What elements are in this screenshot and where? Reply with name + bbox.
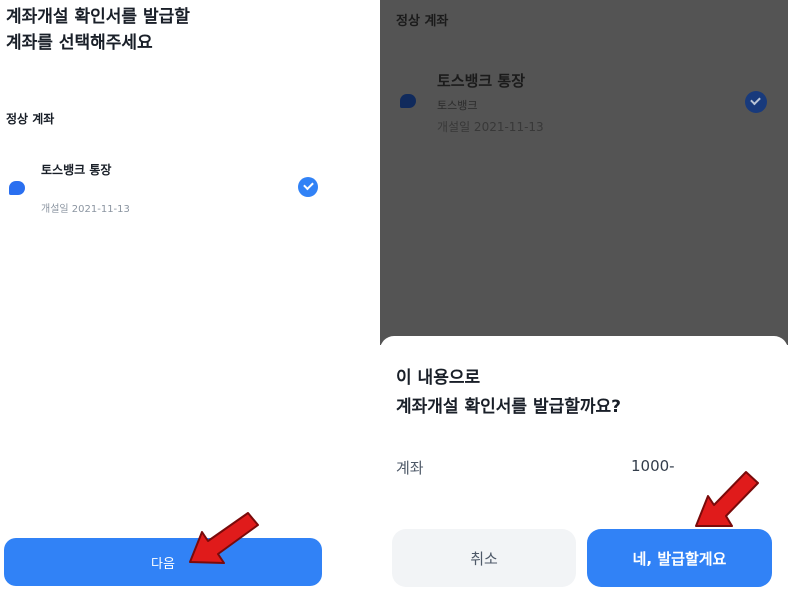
- pointer-arrow: [695, 471, 759, 527]
- account-opened-date: 개설일 2021-11-13: [437, 120, 544, 134]
- account-list-item: 토스뱅크 통장 토스뱅크 개설일 2021-11-13: [380, 60, 788, 140]
- account-list-item[interactable]: 토스뱅크 통장 개설일 2021-11-13: [0, 152, 332, 222]
- toss-bank-icon: [9, 181, 25, 195]
- confirm-issue-button[interactable]: 네, 발급할게요: [587, 529, 772, 587]
- account-name: 토스뱅크 통장: [41, 163, 112, 177]
- check-icon: [745, 91, 767, 113]
- account-opened-date: 개설일 2021-11-13: [41, 204, 130, 215]
- toss-bank-icon: [400, 94, 416, 108]
- section-label: 정상 계좌: [396, 14, 449, 29]
- pointer-arrow: [189, 512, 259, 564]
- account-row-value: 1000-: [631, 457, 675, 475]
- dimmed-overlay[interactable]: 정상 계좌 토스뱅크 통장 토스뱅크 개설일 2021-11-13: [380, 0, 788, 345]
- account-row-label: 계좌: [396, 459, 424, 477]
- next-button[interactable]: 다음: [4, 538, 322, 586]
- page-title: 계좌개설 확인서를 발급할 계좌를 선택해주세요: [6, 4, 190, 56]
- sheet-title-line-1: 이 내용으로: [396, 368, 481, 388]
- page-title-line-2: 계좌를 선택해주세요: [6, 33, 153, 53]
- sheet-title-line-2: 계좌개설 확인서를 발급할까요?: [396, 397, 622, 417]
- cancel-button[interactable]: 취소: [392, 529, 576, 587]
- check-icon[interactable]: [298, 177, 318, 197]
- account-select-screen: 계좌개설 확인서를 발급할 계좌를 선택해주세요 정상 계좌 토스뱅크 통장 개…: [0, 0, 332, 592]
- bottom-sheet: 이 내용으로 계좌개설 확인서를 발급할까요? 계좌 1000- 취소 네, 발…: [380, 336, 788, 592]
- confirm-issue-screen: 정상 계좌 토스뱅크 통장 토스뱅크 개설일 2021-11-13 이 내용으로…: [380, 0, 788, 592]
- account-bank: 토스뱅크: [437, 99, 478, 112]
- account-name: 토스뱅크 통장: [437, 72, 526, 90]
- section-label: 정상 계좌: [6, 112, 55, 126]
- page-title-line-1: 계좌개설 확인서를 발급할: [6, 7, 190, 27]
- sheet-title: 이 내용으로 계좌개설 확인서를 발급할까요?: [396, 364, 621, 422]
